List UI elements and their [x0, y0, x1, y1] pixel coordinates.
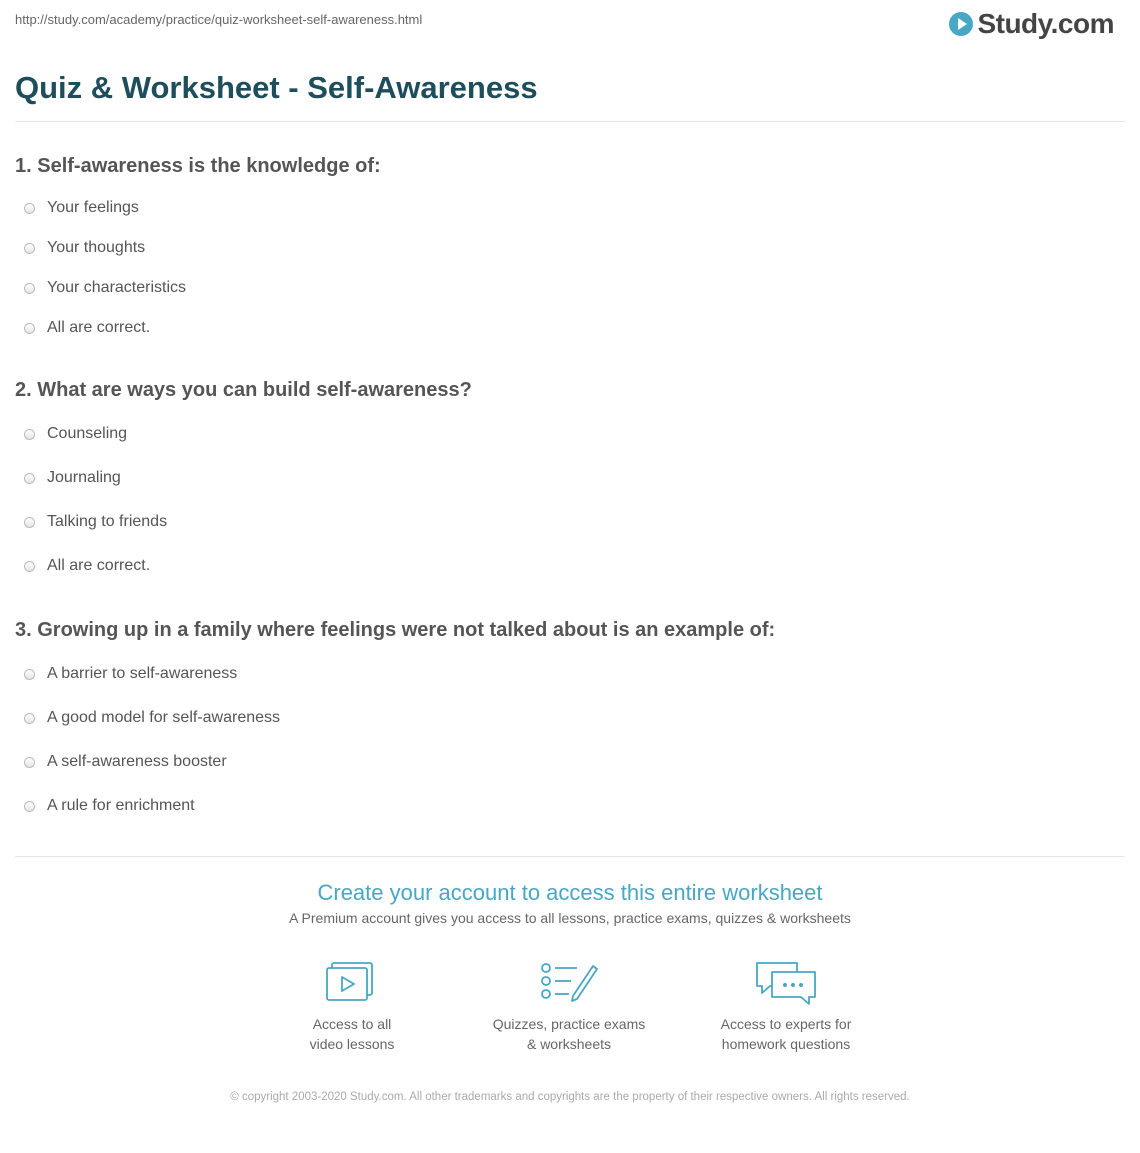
option-label: A rule for enrichment [47, 797, 195, 814]
option-label: All are correct. [47, 557, 151, 574]
option-label: Your characteristics [47, 279, 187, 296]
option-label: All are correct. [47, 319, 151, 336]
feature-label: homework questions [721, 1036, 851, 1052]
option-label: A barrier to self-awareness [47, 665, 238, 682]
question-1: 1. Self-awareness is the knowledge of: [15, 155, 381, 177]
option[interactable]: A self-awareness booster [24, 753, 227, 771]
play-circle-icon [949, 12, 974, 36]
premium-description: A Premium account gives you access to al… [289, 910, 851, 926]
video-lessons-icon [326, 962, 373, 1001]
radio-button[interactable] [24, 516, 35, 528]
option-label: A self-awareness booster [47, 753, 227, 770]
option[interactable]: Your feelings [24, 199, 139, 217]
option[interactable]: Counseling [24, 425, 127, 443]
radio-button[interactable] [24, 668, 35, 680]
option[interactable]: All are correct. [24, 319, 150, 337]
radio-button[interactable] [24, 560, 35, 572]
feature-label: video lessons [309, 1036, 395, 1052]
option[interactable]: Talking to friends [24, 513, 167, 531]
divider [15, 121, 1125, 122]
feature-label: Access to all [312, 1016, 392, 1032]
radio-button[interactable] [24, 472, 35, 484]
logo-text: Study.com [977, 8, 1114, 39]
feature-label: & worksheets [526, 1036, 612, 1052]
page-title: Quiz & Worksheet - Self-Awareness [15, 70, 538, 105]
radio-button[interactable] [24, 242, 35, 254]
radio-button[interactable] [24, 322, 35, 334]
feature-label: Access to experts for [720, 1016, 852, 1032]
radio-button[interactable] [24, 756, 35, 768]
option[interactable]: A rule for enrichment [24, 797, 195, 815]
radio-button[interactable] [24, 282, 35, 294]
radio-button[interactable] [24, 428, 35, 440]
feature-video-lessons: Access to all video lessons [252, 960, 452, 1054]
option-label: Journaling [47, 469, 121, 486]
option[interactable]: Your thoughts [24, 239, 145, 257]
feature-experts: Access to experts for homework questions [686, 960, 886, 1054]
create-account-link[interactable]: Create your account to access this entir… [0, 880, 1140, 906]
question-2: 2. What are ways you can build self-awar… [15, 379, 472, 401]
radio-button[interactable] [24, 800, 35, 812]
study-logo[interactable]: Study.com [949, 8, 1114, 40]
radio-button[interactable] [24, 712, 35, 724]
option-label: A good model for self-awareness [47, 709, 281, 726]
chat-bubbles-icon [756, 962, 816, 1005]
feature-quizzes: Quizzes, practice exams & worksheets [469, 960, 669, 1054]
option-label: Your feelings [47, 199, 139, 216]
page-url: http://study.com/academy/practice/quiz-w… [15, 12, 423, 27]
feature-label: Quizzes, practice exams [492, 1016, 646, 1032]
question-3: 3. Growing up in a family where feelings… [15, 619, 776, 641]
option[interactable]: Journaling [24, 469, 121, 487]
option-label: Counseling [47, 425, 128, 442]
radio-button[interactable] [24, 202, 35, 214]
divider [15, 856, 1125, 857]
option[interactable]: Your characteristics [24, 279, 186, 297]
option[interactable]: A barrier to self-awareness [24, 665, 237, 683]
copyright-notice: © copyright 2003-2020 Study.com. All oth… [230, 1091, 910, 1103]
option-label: Your thoughts [47, 239, 146, 256]
quiz-checklist-icon [541, 963, 598, 1002]
option[interactable]: A good model for self-awareness [24, 709, 280, 727]
option-label: Talking to friends [47, 513, 168, 530]
option[interactable]: All are correct. [24, 557, 150, 575]
